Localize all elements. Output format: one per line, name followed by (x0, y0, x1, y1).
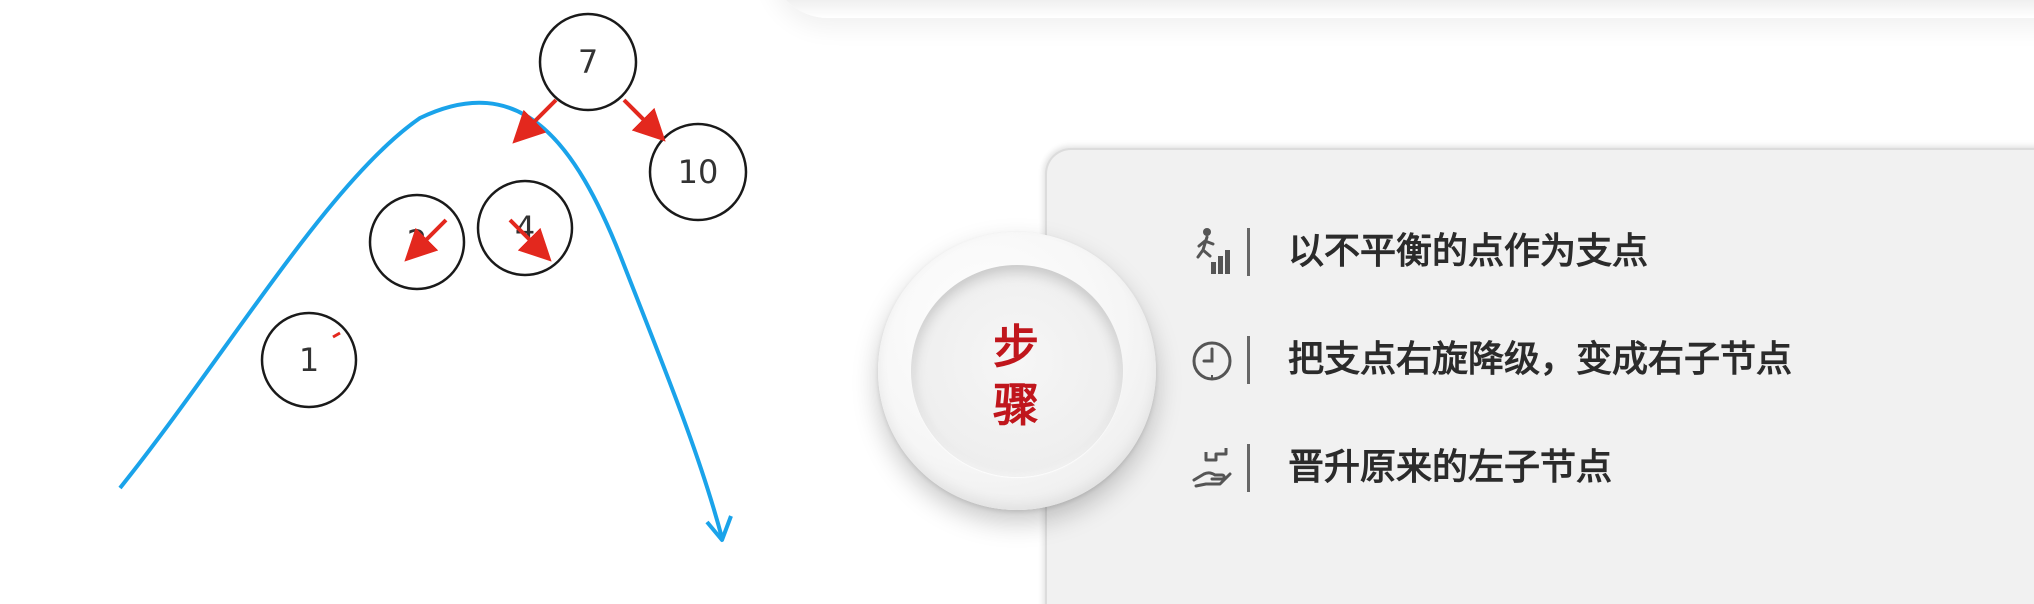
step-divider-2 (1247, 336, 1250, 384)
step-item-1: 以不平衡的点作为支点 (1190, 222, 2010, 282)
badge-char-2: 骤 (993, 378, 1041, 432)
walking-person-bars-icon (1196, 228, 1230, 274)
slide: 7 10 2 4 1 步 骤 以不平衡的点作为支点 把支点右旋降级，变成右子节点… (0, 0, 2034, 604)
steps-badge-inner: 步 骤 (911, 265, 1123, 477)
rotation-curve (118, 100, 724, 539)
step-divider-1 (1247, 228, 1250, 276)
step-divider-3 (1247, 444, 1250, 492)
hand-with-steps-icon (1192, 448, 1232, 488)
rotation-diagram: 7 10 2 4 1 (118, 12, 748, 542)
tree-node-1: 1 (260, 311, 358, 409)
badge-char-1: 步 (993, 320, 1041, 374)
step-text-3: 晋升原来的左子节点 (1288, 447, 1613, 488)
tree-node-7: 7 (538, 12, 638, 112)
red-arrow-7-to-10 (622, 98, 666, 142)
step-text-1: 以不平衡的点作为支点 (1288, 231, 1649, 272)
steps-badge: 步 骤 (878, 232, 1156, 510)
steps-badge-title: 步 骤 (911, 318, 1123, 434)
node-label-7: 7 (578, 43, 598, 81)
tree-node-4: 4 (476, 179, 574, 277)
clock-icon (1192, 341, 1232, 381)
tree-node-2: 2 (368, 193, 466, 291)
step-item-3: 晋升原来的左子节点 (1190, 438, 2010, 498)
node-label-10: 10 (678, 153, 719, 191)
step-item-2: 把支点右旋降级，变成右子节点 (1190, 330, 2010, 390)
node-label-1: 1 (299, 341, 319, 379)
tree-node-10: 10 (648, 122, 748, 222)
step-text-2: 把支点右旋降级，变成右子节点 (1288, 339, 1793, 380)
top-shadow-band (770, 0, 2034, 18)
